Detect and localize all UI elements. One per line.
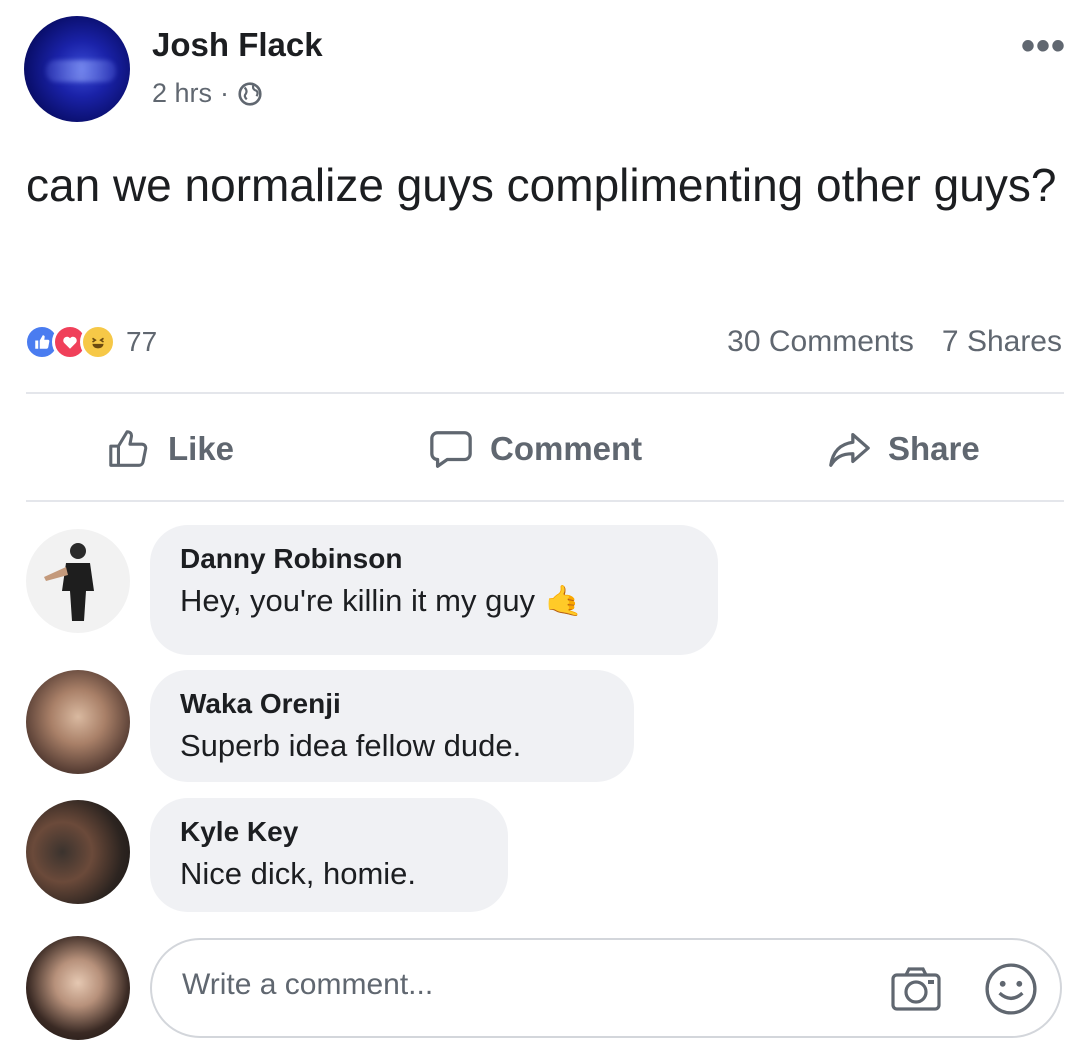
author-name[interactable]: Josh Flack: [152, 26, 323, 64]
commenter-avatar[interactable]: [26, 800, 130, 904]
author-avatar[interactable]: [24, 16, 130, 122]
comment-item: Danny Robinson Hey, you're killin it my …: [0, 525, 1090, 655]
comment-item: Kyle Key Nice dick, homie.: [0, 798, 1090, 912]
commenter-name[interactable]: Kyle Key: [180, 816, 478, 848]
comment-body: Superb idea fellow dude.: [180, 728, 522, 763]
comment-bubble: Waka Orenji Superb idea fellow dude.: [150, 670, 634, 782]
meta-separator: ·: [220, 78, 230, 108]
comment-label: Comment: [490, 430, 643, 467]
comment-composer[interactable]: [150, 938, 1062, 1038]
haha-reaction-icon: [80, 324, 116, 360]
comment-button[interactable]: Comment: [428, 426, 642, 472]
comments-count[interactable]: 30 Comments: [727, 325, 914, 359]
person-silhouette-icon: [44, 543, 94, 621]
share-label: Share: [888, 430, 980, 467]
commenter-name[interactable]: Danny Robinson: [180, 543, 688, 575]
comment-item: Waka Orenji Superb idea fellow dude.: [0, 670, 1090, 782]
share-arrow-icon: [829, 432, 870, 467]
share-button[interactable]: Share: [826, 426, 980, 472]
call-me-hand-emoji: 🤙: [545, 584, 583, 618]
commenter-name[interactable]: Waka Orenji: [180, 688, 604, 720]
thumbs-up-icon: [109, 430, 148, 467]
commenter-avatar[interactable]: [26, 670, 130, 774]
post-text: can we normalize guys complimenting othe…: [26, 159, 1057, 211]
comment-body: Hey, you're killin it my guy: [180, 583, 536, 618]
comment-text: Hey, you're killin it my guy 🤙: [180, 583, 688, 619]
emoji-smiley-icon[interactable]: [984, 962, 1038, 1016]
divider: [26, 392, 1064, 394]
engagement-counts: 30 Comments 7 Shares: [727, 325, 1062, 359]
globe-icon[interactable]: [237, 81, 263, 107]
reaction-count[interactable]: 77: [126, 326, 157, 358]
post-meta: 2 hrs ·: [152, 78, 263, 109]
commenter-avatar[interactable]: [26, 529, 130, 633]
camera-icon[interactable]: [890, 966, 942, 1012]
divider: [26, 500, 1064, 502]
comment-bubble-icon: [430, 431, 472, 468]
more-options-icon[interactable]: •••: [1021, 26, 1066, 66]
like-button[interactable]: Like: [106, 426, 234, 472]
action-bar: Like Comment Share: [0, 410, 1090, 490]
shares-count[interactable]: 7 Shares: [942, 325, 1062, 359]
comment-bubble: Danny Robinson Hey, you're killin it my …: [150, 525, 718, 655]
comment-body: Nice dick, homie.: [180, 856, 417, 891]
write-comment-input[interactable]: [182, 968, 862, 1002]
comment-bubble: Kyle Key Nice dick, homie.: [150, 798, 508, 912]
facebook-post: Josh Flack 2 hrs · ••• can we normalize …: [0, 0, 1090, 1057]
current-user-avatar[interactable]: [26, 936, 130, 1040]
post-time[interactable]: 2 hrs: [152, 78, 212, 109]
like-label: Like: [168, 430, 235, 467]
reaction-summary[interactable]: 77: [24, 324, 157, 360]
